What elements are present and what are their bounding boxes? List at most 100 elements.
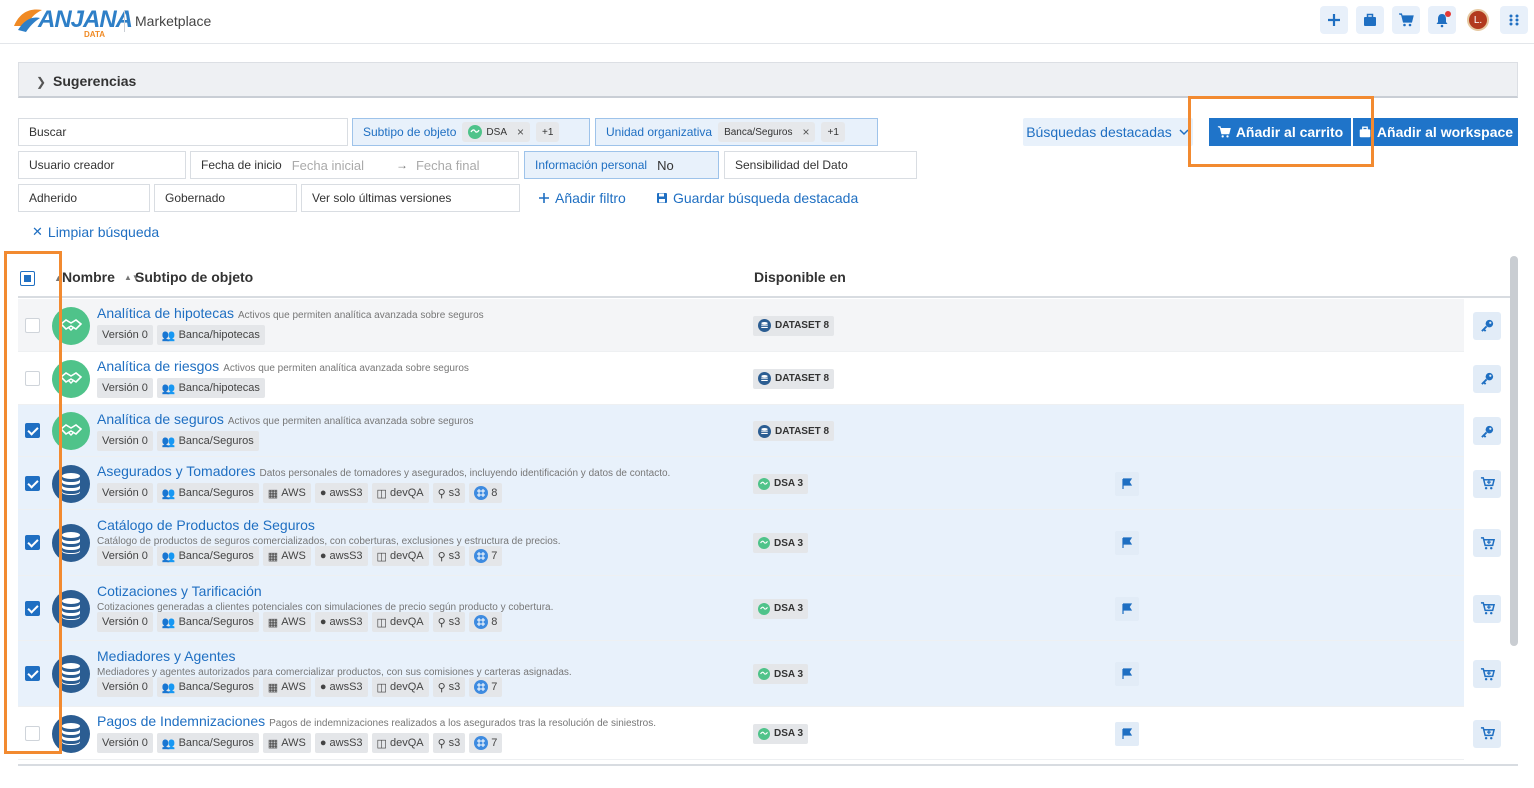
col-subtype[interactable]: Subtipo de objeto xyxy=(135,269,253,285)
table-row[interactable]: Analítica de hipotecas Activos que permit… xyxy=(18,299,1510,352)
available-in-badge[interactable]: DSA 3 xyxy=(753,598,809,619)
creator-filter[interactable]: Usuario creador xyxy=(18,151,186,179)
available-in-badge[interactable]: DSA 3 xyxy=(753,473,809,494)
add-filter-link[interactable]: Añadir filtro xyxy=(538,190,626,206)
row-name[interactable]: Analítica de seguros xyxy=(97,411,224,427)
governed-filter[interactable]: Gobernado xyxy=(154,184,297,212)
cart-icon[interactable] xyxy=(1392,6,1420,34)
request-access-button[interactable] xyxy=(1473,311,1501,340)
location-icon: ⚲ xyxy=(437,737,446,750)
close-icon[interactable]: × xyxy=(802,125,809,139)
adhered-filter[interactable]: Adherido xyxy=(18,184,150,212)
row-title[interactable]: Pagos de Indemnizaciones Pagos de indemni… xyxy=(97,713,656,729)
start-date-input[interactable]: Fecha inicial xyxy=(292,158,364,173)
flag-button[interactable] xyxy=(1115,471,1139,496)
bell-icon[interactable] xyxy=(1428,6,1456,34)
add-to-cart-row-button[interactable] xyxy=(1473,529,1501,557)
table-grid-icon xyxy=(474,615,489,629)
available-in-label: DATASET 8 xyxy=(775,425,830,437)
add-to-workspace-button[interactable]: Añadir al workspace xyxy=(1353,118,1518,146)
creator-label: Usuario creador xyxy=(29,158,115,172)
table-row[interactable]: Analítica de riesgos Activos que permiten… xyxy=(18,352,1510,405)
row-title[interactable]: Analítica de riesgos Activos que permiten… xyxy=(97,358,469,374)
table-row[interactable]: Pagos de Indemnizaciones Pagos de indemni… xyxy=(18,707,1510,760)
row-tags: Versión 0 👥 Banca/Seguros ▦ AWS ● awsS3 ◫ devQA ⚲… xyxy=(97,483,503,503)
close-icon[interactable]: × xyxy=(517,125,524,139)
date-range-filter[interactable]: Fecha de inicio Fecha inicial → Fecha fi… xyxy=(190,151,519,179)
flag-button[interactable] xyxy=(1115,721,1139,746)
request-access-button[interactable] xyxy=(1473,364,1501,393)
row-name[interactable]: Cotizaciones y Tarificación xyxy=(97,583,262,599)
latest-versions-filter[interactable]: Ver solo últimas versiones xyxy=(301,184,520,212)
server-icon: ▦ xyxy=(267,487,279,500)
subtype-chip[interactable]: DSA × xyxy=(462,122,530,142)
suggestions-panel[interactable]: ❯ Sugerencias xyxy=(18,62,1518,98)
available-in-badge[interactable]: DSA 3 xyxy=(753,664,809,684)
avatar[interactable]: L. xyxy=(1464,6,1492,34)
row-name[interactable]: Asegurados y Tomadores xyxy=(97,463,256,479)
group-icon: 👥 xyxy=(161,329,176,342)
table-row[interactable]: Asegurados y Tomadores Datos personales d… xyxy=(18,457,1510,510)
org-filter-label: Unidad organizativa xyxy=(606,125,713,139)
scrollbar[interactable] xyxy=(1510,256,1518,646)
flag-button[interactable] xyxy=(1115,596,1139,621)
available-in-badge[interactable]: DATASET 8 xyxy=(753,315,835,336)
featured-searches-dropdown[interactable]: Búsquedas destacadas xyxy=(1023,118,1193,146)
org-chip-label: Banca/Seguros xyxy=(724,126,793,138)
plus-icon[interactable] xyxy=(1320,6,1348,34)
available-in-badge[interactable]: DATASET 8 xyxy=(753,368,835,389)
environment-tag: ◫ devQA xyxy=(371,733,429,753)
table-row[interactable]: Mediadores y Agentes Mediadores y agentes… xyxy=(18,641,1510,707)
table-row[interactable]: Analítica de seguros Activos que permiten… xyxy=(18,405,1510,457)
row-name[interactable]: Pagos de Indemnizaciones xyxy=(97,713,265,729)
version-tag: Versión 0 xyxy=(97,431,153,451)
row-title[interactable]: Cotizaciones y Tarificación xyxy=(97,583,262,599)
group-icon: 👥 xyxy=(161,382,176,395)
app-title: Marketplace xyxy=(135,13,212,29)
request-access-button[interactable] xyxy=(1473,417,1501,445)
flag-button[interactable] xyxy=(1115,531,1139,555)
available-in-badge[interactable]: DATASET 8 xyxy=(753,421,835,441)
cart-plus-icon xyxy=(1480,667,1495,680)
save-search-link[interactable]: Guardar búsqueda destacada xyxy=(656,190,858,206)
add-to-cart-row-button[interactable] xyxy=(1473,594,1501,623)
row-name[interactable]: Catálogo de Productos de Seguros xyxy=(97,517,315,533)
location-label: s3 xyxy=(448,737,461,749)
clear-search-link[interactable]: ✕ Limpiar búsqueda xyxy=(32,224,159,240)
environment-tag: ◫ devQA xyxy=(371,677,429,697)
end-date-input[interactable]: Fecha final xyxy=(416,158,480,173)
add-to-cart-row-button[interactable] xyxy=(1473,719,1501,748)
row-title[interactable]: Mediadores y Agentes xyxy=(97,648,236,664)
table-row[interactable]: Catálogo de Productos de Seguros Catálogo… xyxy=(18,510,1510,576)
row-name[interactable]: Analítica de riesgos xyxy=(97,358,219,374)
org-more-chip[interactable]: +1 xyxy=(821,122,845,142)
table-row[interactable]: Cotizaciones y Tarificación Cotizaciones … xyxy=(18,576,1510,641)
checkbox-highlight-box xyxy=(4,251,62,754)
add-to-cart-row-button[interactable] xyxy=(1473,469,1501,498)
anjana-logo[interactable]: ANJANA DATA xyxy=(12,4,133,40)
row-title[interactable]: Catálogo de Productos de Seguros xyxy=(97,517,315,533)
row-title[interactable]: Analítica de hipotecas Activos que permit… xyxy=(97,305,484,321)
available-in-badge[interactable]: DSA 3 xyxy=(753,533,809,553)
subtype-more-chip[interactable]: +1 xyxy=(536,122,560,142)
org-tag-label: Banca/Seguros xyxy=(178,737,254,749)
org-tag: 👥 Banca/Seguros xyxy=(156,677,259,697)
version-tag: Versión 0 xyxy=(97,733,153,753)
personal-info-filter[interactable]: Información personal No xyxy=(524,151,719,179)
org-chip[interactable]: Banca/Seguros × xyxy=(718,122,816,142)
search-input[interactable]: Buscar xyxy=(18,118,348,146)
available-in-badge[interactable]: DSA 3 xyxy=(753,723,809,744)
apps-grid-icon[interactable] xyxy=(1500,6,1528,34)
row-name[interactable]: Analítica de hipotecas xyxy=(97,305,234,321)
col-name[interactable]: Nombre xyxy=(62,269,115,285)
briefcase-icon[interactable] xyxy=(1356,6,1384,34)
add-to-cart-row-button[interactable] xyxy=(1473,660,1501,688)
org-unit-filter[interactable]: Unidad organizativa Banca/Seguros × +1 xyxy=(595,118,878,146)
row-name[interactable]: Mediadores y Agentes xyxy=(97,648,236,664)
sensitivity-filter[interactable]: Sensibilidad del Dato xyxy=(724,151,917,179)
row-title[interactable]: Asegurados y Tomadores Datos personales d… xyxy=(97,463,670,479)
flag-button[interactable] xyxy=(1115,662,1139,686)
row-title[interactable]: Analítica de seguros Activos que permiten… xyxy=(97,411,474,427)
subtype-filter[interactable]: Subtipo de objeto DSA × +1 xyxy=(352,118,590,146)
location-label: s3 xyxy=(448,487,461,499)
